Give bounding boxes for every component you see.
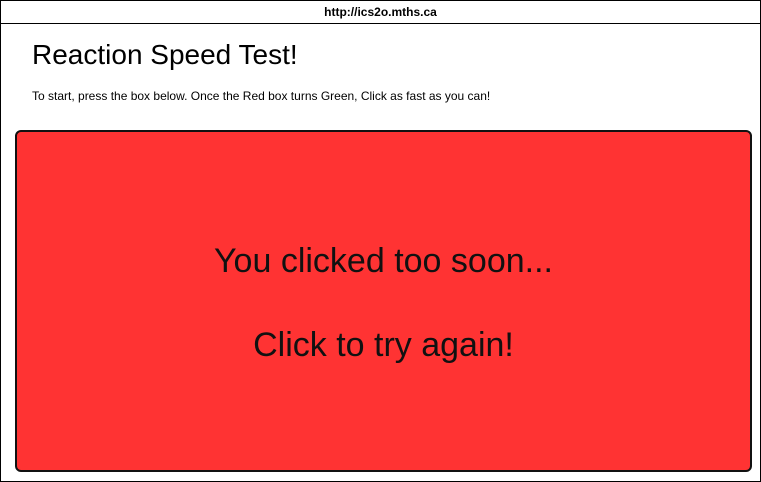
too-soon-message: You clicked too soon... xyxy=(214,242,553,280)
reaction-box[interactable]: You clicked too soon... Click to try aga… xyxy=(15,130,752,472)
url-bar[interactable]: http://ics2o.mths.ca xyxy=(1,1,760,24)
instructions-text: To start, press the box below. Once the … xyxy=(32,89,491,103)
browser-window: http://ics2o.mths.ca Reaction Speed Test… xyxy=(0,0,761,482)
try-again-message: Click to try again! xyxy=(253,326,514,364)
page-title: Reaction Speed Test! xyxy=(32,39,298,70)
